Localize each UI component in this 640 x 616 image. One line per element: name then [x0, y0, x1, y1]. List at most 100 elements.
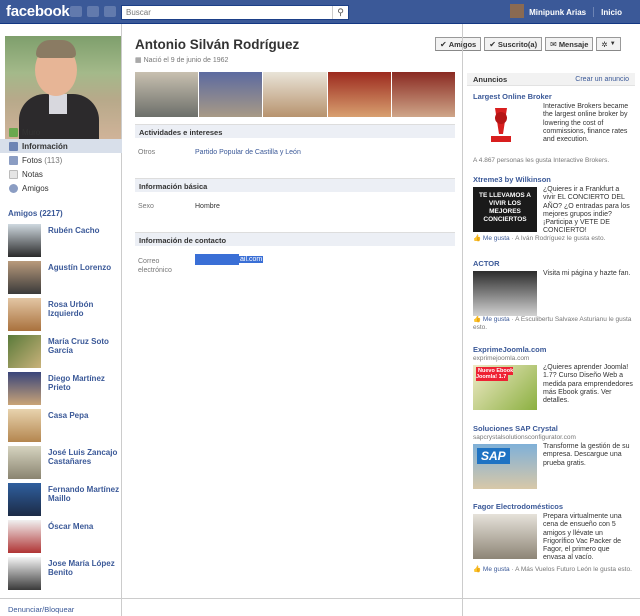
create-ad-link[interactable]: Crear un anuncio — [575, 76, 629, 83]
ad-item[interactable]: Largest Online Broker Interactive Broker… — [473, 92, 633, 165]
notifications-icon[interactable] — [104, 6, 116, 17]
ad-url[interactable]: exprimejoomla.com — [473, 355, 633, 363]
recent-photo[interactable] — [391, 72, 456, 117]
friend-name[interactable]: Diego Martínez Prieto — [48, 374, 120, 392]
section-interests-header: Actividades e intereses — [135, 124, 455, 138]
left-column: Muro Información Fotos (113) Notas Amigo… — [0, 24, 122, 616]
friend-avatar[interactable] — [8, 298, 41, 331]
ad-text: Visita mi página y hazte fan. — [543, 270, 631, 277]
email-value-suffix[interactable]: ail.com — [239, 256, 264, 263]
recent-photo[interactable] — [327, 72, 391, 117]
friend-item[interactable]: José Luis Zancajo Castañares — [8, 446, 120, 480]
profile-picture-hair — [36, 40, 76, 58]
ad-like-link[interactable]: Me gusta — [483, 316, 510, 323]
user-avatar[interactable] — [510, 4, 525, 18]
report-block-link[interactable]: Denunciar/Bloquear — [8, 605, 74, 614]
birthday-value: Nació el 9 de junio de 1962 — [143, 57, 229, 64]
ad-item[interactable]: Soluciones SAP Crystal sapcrystalsolutio… — [473, 424, 633, 492]
interests-value-link[interactable]: Partido Popular de Castilla y León — [195, 149, 301, 156]
ad-title[interactable]: ACTOR — [473, 259, 633, 269]
nav-item-label: Muro — [22, 127, 41, 137]
ad-title[interactable]: Largest Online Broker — [473, 92, 633, 102]
ad-item[interactable]: ExprimeJoomla.com exprimejoomla.com Nuev… — [473, 345, 633, 413]
ad-text: Transforme la gestión de su empresa. Des… — [543, 443, 630, 467]
recent-photo[interactable] — [199, 72, 263, 117]
birthday-icon: ▦ — [135, 57, 144, 64]
like-icon: 👍 — [473, 566, 483, 573]
ad-text: Interactive Brokers became the largest o… — [543, 103, 629, 144]
friend-avatar[interactable] — [8, 409, 41, 442]
friend-avatar[interactable] — [8, 557, 41, 590]
ad-image-caption: Nuevo Ebook Joomla! 1.7 — [476, 367, 514, 381]
friend-item[interactable]: Fernando Martínez Maillo — [8, 483, 120, 517]
ad-image[interactable] — [473, 514, 537, 559]
friend-name[interactable]: Jose María López Benito — [48, 559, 120, 577]
photos-icon — [9, 155, 18, 165]
friend-avatar[interactable] — [8, 261, 41, 294]
friend-name[interactable]: María Cruz Soto García — [48, 337, 120, 355]
recent-photo[interactable] — [135, 72, 199, 117]
ads-header: Anuncios Crear un anuncio — [467, 73, 635, 86]
friend-item[interactable]: Rubén Cacho — [8, 224, 120, 258]
search-icon[interactable]: ⚲ — [332, 6, 348, 19]
friend-item[interactable]: Diego Martínez Prieto — [8, 372, 120, 406]
friend-avatar[interactable] — [8, 446, 41, 479]
friend-requests-icon[interactable] — [70, 6, 82, 17]
sex-value: Hombre — [195, 203, 220, 210]
search-input[interactable]: Buscar ⚲ — [121, 5, 349, 20]
ad-body: Prepara virtualmente una cena de ensueño… — [473, 512, 633, 566]
friend-item[interactable]: Jose María López Benito — [8, 557, 120, 591]
ad-item[interactable]: ACTOR Visita mi página y hazte fan. 👍 Me… — [473, 259, 633, 332]
ad-url[interactable]: sapcrystalsolutionsconfigurator.com — [473, 434, 633, 442]
friend-avatar[interactable] — [8, 335, 41, 368]
section-basic-header: Información básica — [135, 178, 455, 192]
ad-like-link[interactable]: Me gusta — [483, 235, 510, 242]
friend-item[interactable]: Casa Pepa — [8, 409, 120, 443]
ad-image[interactable]: SAP — [473, 444, 537, 489]
friend-item[interactable]: Agustín Lorenzo — [8, 261, 120, 295]
friend-name[interactable]: Agustín Lorenzo — [48, 263, 120, 272]
friend-item[interactable]: Óscar Mena — [8, 520, 120, 554]
nav-item-label: Amigos — [22, 183, 49, 193]
ad-title[interactable]: Soluciones SAP Crystal — [473, 424, 633, 434]
friend-name[interactable]: Rosa Urbón Izquierdo — [48, 300, 120, 318]
friend-avatar[interactable] — [8, 483, 41, 516]
ad-item[interactable]: Fagor Electrodomésticos Prepara virtualm… — [473, 502, 633, 574]
nav-item-notes[interactable]: Notas — [0, 167, 122, 181]
nav-item-info[interactable]: Información — [0, 139, 122, 153]
friend-item[interactable]: Rosa Urbón Izquierdo — [8, 298, 120, 332]
nav-item-wall[interactable]: Muro — [0, 125, 122, 139]
ad-image[interactable]: Nuevo Ebook Joomla! 1.7 — [473, 365, 537, 410]
friend-name[interactable]: José Luis Zancajo Castañares — [48, 448, 120, 466]
nav-item-photos[interactable]: Fotos (113) — [0, 153, 122, 167]
interests-label: Otros — [138, 149, 156, 156]
home-link[interactable]: Inicio — [601, 8, 622, 17]
like-icon: 👍 — [473, 235, 483, 242]
recent-photo[interactable] — [263, 72, 327, 117]
user-name-link[interactable]: Minipunk Arias — [529, 8, 586, 17]
ad-title[interactable]: ExprimeJoomla.com — [473, 345, 633, 355]
friend-name[interactable]: Casa Pepa — [48, 411, 120, 420]
photos-count: (113) — [44, 155, 63, 165]
friend-name[interactable]: Rubén Cacho — [48, 226, 120, 235]
ads-column: Anuncios Crear un anuncio Largest Online… — [462, 24, 640, 616]
check-icon: ✔ — [440, 39, 447, 49]
ad-title[interactable]: Fagor Electrodomésticos — [473, 502, 633, 512]
notes-icon — [9, 169, 18, 179]
friends-title[interactable]: Amigos (2217) — [8, 209, 63, 218]
ad-like-link[interactable]: Me gusta — [483, 566, 510, 573]
ad-item[interactable]: Xtreme3 by Wilkinson TE LLEVAMOS A VIVIR… — [473, 175, 633, 243]
nav-item-friends[interactable]: Amigos — [0, 181, 122, 195]
ad-image[interactable]: TE LLEVAMOS A VIVIR LOS MEJORES CONCIERT… — [473, 187, 537, 232]
friend-avatar[interactable] — [8, 372, 41, 405]
facebook-logo[interactable]: facebook — [6, 3, 70, 20]
friend-avatar[interactable] — [8, 224, 41, 257]
friend-name[interactable]: Óscar Mena — [48, 522, 120, 531]
friend-name[interactable]: Fernando Martínez Maillo — [48, 485, 120, 503]
friend-avatar[interactable] — [8, 520, 41, 553]
friend-item[interactable]: María Cruz Soto García — [8, 335, 120, 369]
messages-icon[interactable] — [87, 6, 99, 17]
ad-image[interactable] — [473, 104, 537, 149]
ad-image[interactable] — [473, 271, 537, 316]
ad-title[interactable]: Xtreme3 by Wilkinson — [473, 175, 633, 185]
